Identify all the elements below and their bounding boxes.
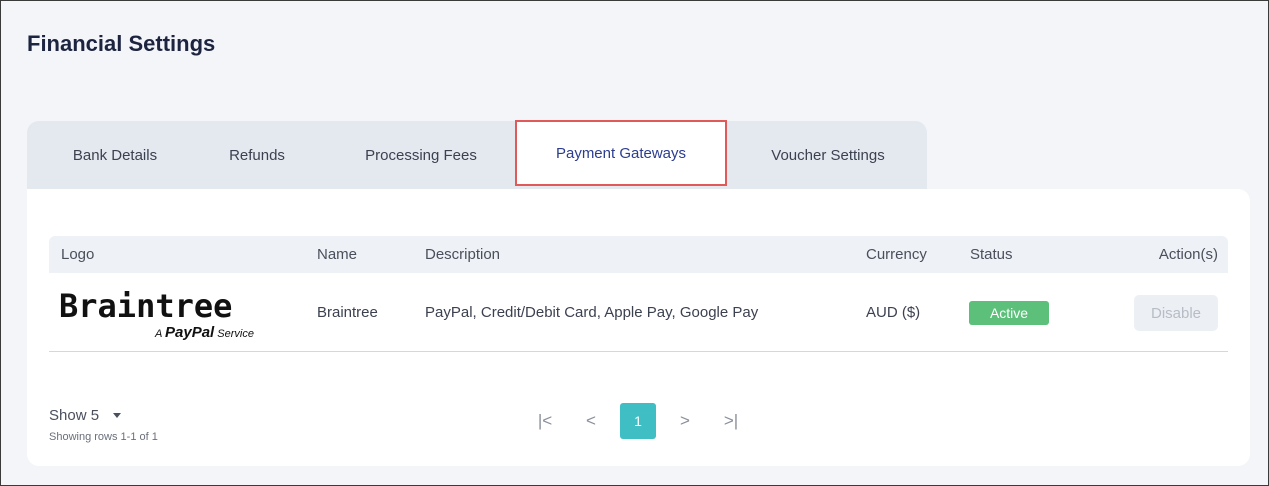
logo-wordmark: Braintree (59, 287, 233, 325)
chevron-right-icon: > (680, 411, 690, 430)
logo-tagline-suffix: Service (217, 328, 254, 340)
gateway-currency: AUD ($) (866, 304, 921, 321)
header-name: Name (317, 246, 358, 263)
rows-info: Showing rows 1-1 of 1 (49, 431, 158, 443)
header-actions: Action(s) (1158, 246, 1218, 263)
tab-payment-gateways[interactable]: Payment Gateways (515, 120, 727, 186)
page-1-button[interactable]: 1 (620, 403, 656, 439)
prev-page-button[interactable]: < (577, 403, 605, 439)
tab-voucher-settings[interactable]: Voucher Settings (745, 121, 911, 189)
tab-label: Voucher Settings (771, 146, 885, 164)
table-header: Logo Name Description Currency Status Ac… (49, 236, 1228, 273)
braintree-logo: Braintree A PayPal Service (49, 273, 289, 352)
tab-refunds[interactable]: Refunds (205, 121, 309, 189)
header-status: Status (970, 246, 1013, 263)
page-size-select[interactable]: Show 5 (49, 407, 122, 424)
tab-bar: Bank Details Refunds Processing Fees Pay… (27, 120, 927, 189)
page-size-label: Show 5 (49, 407, 100, 424)
gateway-description: PayPal, Credit/Debit Card, Apple Pay, Go… (425, 304, 759, 321)
last-page-button[interactable]: >| (717, 403, 745, 439)
caret-down-icon (113, 413, 122, 418)
first-page-button[interactable]: |< (531, 403, 559, 439)
first-page-icon: |< (537, 411, 553, 430)
next-page-button[interactable]: > (671, 403, 699, 439)
app-frame: Financial Settings Bank Details Refunds … (0, 0, 1269, 486)
tab-label: Bank Details (72, 146, 158, 164)
logo-tagline: A PayPal Service (155, 324, 254, 341)
tab-label: Payment Gateways (555, 144, 687, 162)
logo-tagline-prefix: A (155, 328, 162, 340)
tab-label: Processing Fees (365, 146, 477, 164)
disable-button[interactable]: Disable (1134, 295, 1218, 331)
header-description: Description (425, 246, 501, 263)
logo-tagline-brand: PayPal (165, 324, 215, 341)
table-row: Braintree A PayPal Service Braintree Pay… (49, 273, 1228, 352)
page-title: Financial Settings (27, 31, 216, 56)
last-page-icon: >| (723, 411, 739, 430)
chevron-left-icon: < (586, 411, 596, 430)
status-badge: Active (969, 301, 1049, 325)
tab-bank-details[interactable]: Bank Details (45, 121, 185, 189)
tab-label: Refunds (229, 146, 285, 164)
gateways-panel: Logo Name Description Currency Status Ac… (27, 189, 1250, 466)
header-logo: Logo (61, 246, 95, 263)
tab-processing-fees[interactable]: Processing Fees (343, 121, 499, 189)
header-currency: Currency (866, 246, 927, 263)
gateway-name: Braintree (317, 304, 378, 321)
